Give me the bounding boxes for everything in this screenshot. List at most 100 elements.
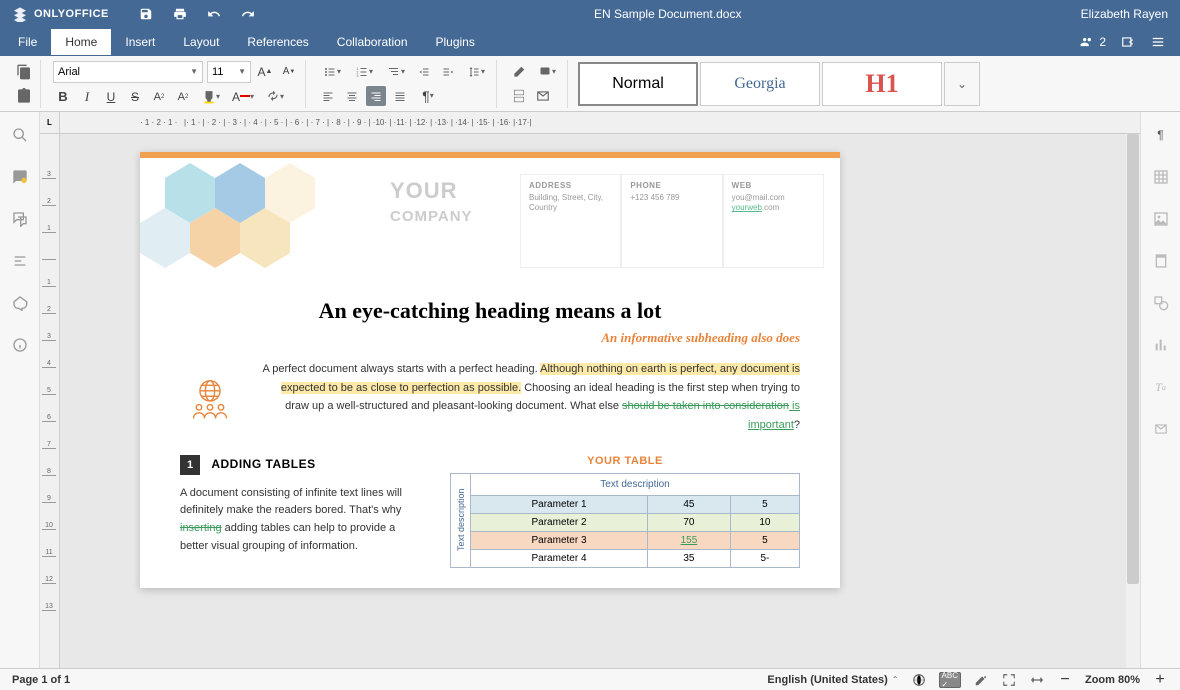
fit-width-icon[interactable] [1029,672,1045,688]
comments-icon[interactable] [11,168,29,186]
mailmerge-settings-icon[interactable] [1152,420,1170,438]
redo-icon[interactable] [241,7,255,21]
table-title[interactable]: YOUR TABLE [450,455,800,467]
search-icon[interactable] [11,126,29,144]
navigation-icon[interactable] [11,252,29,270]
numbering-button[interactable]: 123▾ [350,62,378,82]
change-case-button[interactable]: ▾ [261,87,289,107]
superscript-button[interactable]: A2 [149,87,169,107]
shading-button[interactable]: ▾ [533,62,561,82]
line-spacing-button[interactable]: ▾ [462,62,490,82]
bold-button[interactable]: B [53,87,73,107]
ruler-corner[interactable]: L [40,112,60,134]
spellcheck-icon[interactable] [911,672,927,688]
align-center-button[interactable] [342,86,362,106]
increase-indent-button[interactable] [438,62,458,82]
vertical-scrollbar[interactable] [1126,134,1140,668]
style-heading1[interactable]: H1 [822,62,942,106]
align-left-button[interactable] [318,86,338,106]
document-area[interactable]: L · 1 · 2 · 1 · |· 1 · | · 2 · | · 3 · |… [40,112,1140,668]
image-settings-icon[interactable] [1152,210,1170,228]
user-name[interactable]: Elizabeth Rayen [1081,7,1168,21]
menu-right: 2 [1079,35,1176,49]
align-justify-button[interactable] [390,86,410,106]
font-group: Arial▼ 11▼ A▲ A▼ B I U S A2 A2 ▾ A▾ ▾ [47,60,306,108]
subscript-button[interactable]: A2 [173,87,193,107]
about-icon[interactable] [11,336,29,354]
highlight-button[interactable]: ▾ [197,87,225,107]
menu-plugins[interactable]: Plugins [422,29,489,55]
open-location-icon[interactable] [1120,35,1136,49]
font-name-select[interactable]: Arial▼ [53,61,203,83]
feedback-icon[interactable] [11,294,29,312]
style-normal[interactable]: Normal [578,62,698,106]
italic-button[interactable]: I [77,87,97,107]
users-count[interactable]: 2 [1079,35,1106,49]
logo-icon [12,6,28,22]
track-changes-icon[interactable] [973,672,989,688]
table-row: Parameter 1455 [451,495,800,513]
underline-button[interactable]: U [101,87,121,107]
intro-paragraph[interactable]: A perfect document always starts with a … [260,360,800,435]
insert-pagebreak-button[interactable] [509,86,529,106]
mailmerge-button[interactable] [533,86,553,106]
spellcheck-toggle[interactable]: ABC✓ [939,672,961,688]
style-more-button[interactable]: ⌄ [944,62,980,106]
menu-home[interactable]: Home [51,29,111,55]
section-header[interactable]: 1 ADDING TABLES [180,455,420,475]
contact-table: ADDRESS Building, Street, City, Country … [520,174,824,268]
font-color-button[interactable]: A▾ [229,87,257,107]
style-no-spacing[interactable]: Georgia [700,62,820,106]
strikethrough-button[interactable]: S [125,87,145,107]
clear-style-button[interactable] [509,62,529,82]
save-icon[interactable] [139,7,153,21]
horizontal-ruler[interactable]: · 1 · 2 · 1 · |· 1 · | · 2 · | · 3 · | ·… [60,112,1140,134]
zoom-out-button[interactable]: − [1057,672,1073,688]
menu-layout[interactable]: Layout [169,29,233,55]
section-column: 1 ADDING TABLES A document consisting of… [180,455,420,568]
shape-settings-icon[interactable] [1152,294,1170,312]
left-sidebar [0,112,40,668]
hamburger-icon[interactable] [1150,35,1166,49]
menu-collaboration[interactable]: Collaboration [323,29,422,55]
right-sidebar: ¶ Ta [1140,112,1180,668]
zoom-label[interactable]: Zoom 80% [1085,674,1140,686]
menu-references[interactable]: References [233,29,322,55]
nonprinting-button[interactable]: ¶▾ [414,86,442,106]
increase-font-button[interactable]: A▲ [255,62,275,82]
users-icon [1079,35,1095,49]
section-text[interactable]: A document consisting of infinite text l… [180,485,420,555]
page-indicator[interactable]: Page 1 of 1 [12,674,70,686]
paragraph-settings-icon[interactable]: ¶ [1152,126,1170,144]
doc-heading[interactable]: An eye-catching heading means a lot [180,298,800,324]
document-title: EN Sample Document.docx [255,7,1081,21]
fit-page-icon[interactable] [1001,672,1017,688]
zoom-in-button[interactable]: + [1152,672,1168,688]
paste-button[interactable] [14,86,34,106]
menu-insert[interactable]: Insert [111,29,169,55]
print-icon[interactable] [173,7,187,21]
decrease-indent-button[interactable] [414,62,434,82]
sample-table[interactable]: Text description Text description Parame… [450,473,800,568]
decrease-font-button[interactable]: A▼ [279,62,299,82]
bullets-button[interactable]: ▾ [318,62,346,82]
chart-settings-icon[interactable] [1152,336,1170,354]
document-page[interactable]: YOUR COMPANY ADDRESS Building, Street, C… [140,152,840,588]
doc-subheading[interactable]: An informative subheading also does [180,330,800,346]
undo-icon[interactable] [207,7,221,21]
font-size-select[interactable]: 11▼ [207,61,251,83]
copy-button[interactable] [14,62,34,82]
menu-file[interactable]: File [4,29,51,55]
align-right-button[interactable] [366,86,386,106]
header-settings-icon[interactable] [1152,252,1170,270]
table-header: Text description [471,473,800,495]
scrollbar-thumb[interactable] [1127,134,1139,584]
web-link[interactable]: yourweb [732,203,762,212]
multilevel-button[interactable]: ▾ [382,62,410,82]
vertical-ruler[interactable]: 321 12 345 678 91011 1213 [40,134,60,668]
table-settings-icon[interactable] [1152,168,1170,186]
web-value: you@mail.com yourweb.com [732,193,815,214]
language-selector[interactable]: English (United States)⌃ [767,674,898,686]
chat-icon[interactable] [11,210,29,228]
textart-settings-icon[interactable]: Ta [1152,378,1170,396]
